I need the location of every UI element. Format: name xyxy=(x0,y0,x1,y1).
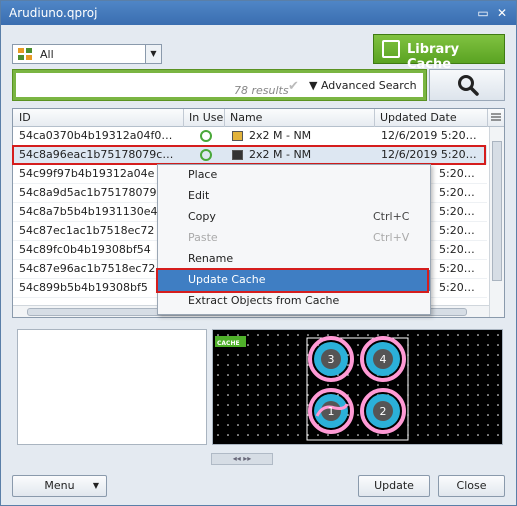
in-use-circle-icon xyxy=(200,130,212,142)
library-cache-label: Library Cache xyxy=(407,42,460,72)
pad-label: 3 xyxy=(328,353,335,366)
highlight-selected-row xyxy=(12,145,486,165)
menu-label: Menu xyxy=(44,479,75,492)
column-header-name[interactable]: Name xyxy=(230,111,262,124)
search-button[interactable] xyxy=(429,69,505,101)
menu-item-edit[interactable]: Edit xyxy=(158,186,430,207)
minimize-icon[interactable]: ▭ xyxy=(475,5,491,21)
menu-item-extract-objects[interactable]: Extract Objects from Cache xyxy=(158,291,430,312)
column-header-id[interactable]: ID xyxy=(19,111,31,124)
row-date: 12/6/2019 5:20… xyxy=(381,129,477,142)
update-button[interactable]: Update xyxy=(358,475,430,497)
library-filter-icon xyxy=(18,48,32,60)
menu-item-place[interactable]: Place xyxy=(158,165,430,186)
footprint-preview: CACHE 3 4 1 2 xyxy=(212,329,503,445)
table-header: ID In Use Name Updated Date xyxy=(13,109,504,127)
row-date: 5:20… xyxy=(439,262,475,275)
triangle-down-icon: ▼ xyxy=(309,79,318,92)
highlight-update-cache xyxy=(156,268,429,293)
row-date: 5:20… xyxy=(439,243,475,256)
preview-canvas: CACHE 3 4 1 2 xyxy=(213,330,502,444)
check-icon[interactable]: ✔ xyxy=(288,79,299,94)
preview-nav[interactable]: ◂◂ ▸▸ xyxy=(211,453,273,465)
chevron-down-icon: ▼ xyxy=(92,481,99,490)
row-date: 5:20… xyxy=(439,186,475,199)
magnifier-icon xyxy=(458,75,479,96)
search-bar: 78 results ✔ ▼ Advanced Search xyxy=(12,69,427,101)
close-button[interactable]: Close xyxy=(438,475,505,497)
filter-value: All xyxy=(40,48,54,61)
library-cache-button[interactable]: Library Cache xyxy=(373,34,505,72)
row-id: 54c99f97b4b19312a04e xyxy=(19,167,155,180)
pad-label: 1 xyxy=(328,405,335,418)
row-id: 54c87ec1ac1b7518ec72 xyxy=(19,224,155,237)
row-date: 5:20… xyxy=(439,281,475,294)
menu-item-copy[interactable]: Copy Ctrl+C xyxy=(158,207,430,228)
column-header-updated-date[interactable]: Updated Date xyxy=(380,111,457,124)
menu-item-rename[interactable]: Rename xyxy=(158,249,430,270)
row-id: 54c8a9d5ac1b75178079 xyxy=(19,186,157,199)
menu-item-paste: Paste Ctrl+V xyxy=(188,231,410,244)
prev-page-icon[interactable]: ◂◂ xyxy=(233,454,241,463)
column-chooser-icon[interactable] xyxy=(488,109,504,125)
search-box: 78 results ✔ ▼ Advanced Search xyxy=(16,73,423,97)
row-date: 5:20… xyxy=(439,205,475,218)
search-input[interactable] xyxy=(18,75,218,93)
row-id: 54c8a7b5b4b1931130e4 xyxy=(19,205,158,218)
shortcut-paste: Ctrl+V xyxy=(373,231,410,244)
component-icon xyxy=(232,131,243,141)
vertical-scrollbar[interactable] xyxy=(489,127,504,317)
row-name: 2x2 M - NM xyxy=(249,129,312,142)
close-label: Close xyxy=(456,479,487,492)
pad-label: 4 xyxy=(380,353,387,366)
window-title: Arudiuno.qproj xyxy=(9,6,98,20)
chevron-down-icon[interactable]: ▼ xyxy=(145,45,161,63)
update-label: Update xyxy=(374,479,414,492)
app-window: Arudiuno.qproj ▭ ✕ All ▼ Library Cache 7… xyxy=(0,0,517,506)
cache-badge: CACHE xyxy=(217,340,240,347)
results-count: 78 results xyxy=(234,84,289,97)
row-id: 54c87e96ac1b7518ec72 xyxy=(19,262,156,275)
advanced-search-label: Advanced Search xyxy=(320,79,417,92)
row-date: 5:20… xyxy=(439,224,475,237)
menu-button[interactable]: Menu ▼ xyxy=(12,475,107,497)
pad-label: 2 xyxy=(380,405,387,418)
row-id: 54ca0370b4b19312a04f0… xyxy=(19,129,173,142)
close-icon[interactable]: ✕ xyxy=(494,5,510,21)
properties-panel xyxy=(17,329,207,445)
row-date: 5:20… xyxy=(439,167,475,180)
column-header-in-use[interactable]: In Use xyxy=(189,111,223,124)
row-id: 54c89fc0b4b19308bf54 xyxy=(19,243,151,256)
title-bar: Arudiuno.qproj ▭ ✕ xyxy=(1,1,516,25)
row-id: 54c899b5b4b19308bf5 xyxy=(19,281,148,294)
advanced-search-toggle[interactable]: ▼ Advanced Search xyxy=(309,79,417,92)
shortcut-copy: Ctrl+C xyxy=(373,210,410,223)
next-page-icon[interactable]: ▸▸ xyxy=(243,454,251,463)
filter-dropdown[interactable]: All ▼ xyxy=(12,44,162,64)
scrollbar-thumb[interactable] xyxy=(492,141,502,281)
table-row[interactable]: 54ca0370b4b19312a04f0… 2x2 M - NM 12/6/2… xyxy=(13,127,487,146)
cache-icon xyxy=(382,40,400,58)
